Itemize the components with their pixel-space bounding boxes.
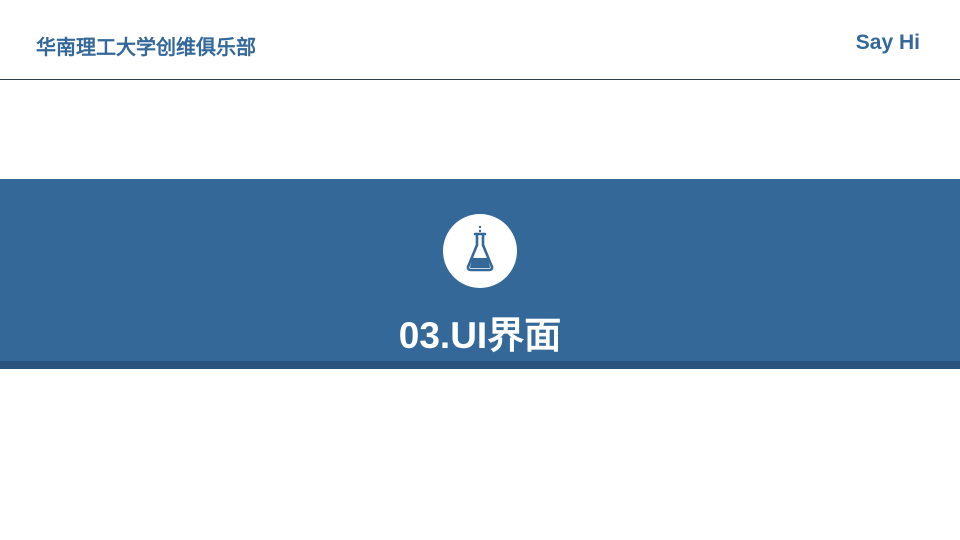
flask-icon-badge <box>443 214 517 288</box>
banner-bottom-stripe <box>0 361 960 369</box>
say-hi-label: Say Hi <box>855 31 920 54</box>
section-title: 03.UI界面 <box>398 315 562 356</box>
org-name: 华南理工大学创维俱乐部 <box>36 37 256 59</box>
flask-icon <box>466 225 494 272</box>
header-divider <box>0 79 960 80</box>
slide: 华南理工大学创维俱乐部 Say Hi 03.UI界面 <box>0 0 960 540</box>
header: 华南理工大学创维俱乐部 Say Hi <box>0 0 960 80</box>
